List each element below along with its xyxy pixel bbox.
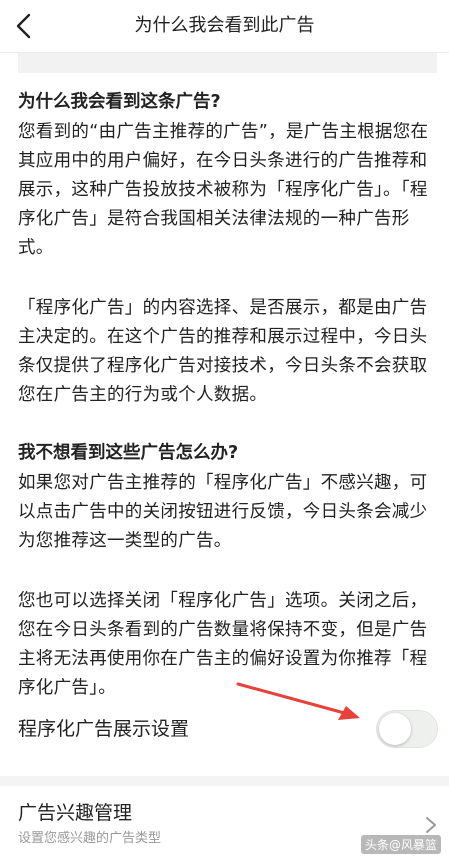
watermark: 头条@风暴篮: [360, 835, 441, 854]
programmatic-ad-setting-label: 程序化广告展示设置: [18, 718, 190, 740]
chevron-right-icon: [426, 817, 436, 833]
toggle-knob: [379, 713, 411, 745]
chevron-left-icon: [16, 13, 31, 39]
paragraph: 如果您对广告主推荐的「程序化广告」不感兴趣，可以点击广告中的关闭按钮进行反馈，今…: [18, 473, 428, 551]
ad-preview-placeholder: [18, 53, 437, 73]
section-heading-why: 为什么我会看到这条广告?: [18, 92, 221, 112]
ad-explanation-page: 为什么我会看到此广告 为什么我会看到这条广告? 您看到的“由广告主推荐的广告”，…: [0, 0, 449, 860]
top-bar: 为什么我会看到此广告: [0, 0, 449, 52]
section-separator: [0, 776, 449, 786]
explanation-content: 为什么我会看到这条广告? 您看到的“由广告主推荐的广告”，是广告主根据您在其应用…: [18, 88, 438, 703]
ad-interest-title: 广告兴趣管理: [18, 802, 133, 824]
paragraph: 您也可以选择关闭「程序化广告」选项。关闭之后，您在今日头条看到的广告数量将保持不…: [18, 591, 428, 698]
paragraph: 您看到的“由广告主推荐的广告”，是广告主根据您在其应用中的用户偏好，在今日头条进…: [18, 122, 429, 258]
back-button[interactable]: [6, 8, 42, 44]
programmatic-ad-setting-row: 程序化广告展示设置: [0, 700, 449, 758]
section-heading-how-to-avoid: 我不想看到这些广告怎么办?: [18, 443, 239, 463]
programmatic-ad-toggle[interactable]: [376, 710, 438, 748]
paragraph: 「程序化广告」的内容选择、是否展示，都是由广告主决定的。在这个广告的推荐和展示过…: [18, 298, 428, 405]
page-title: 为什么我会看到此广告: [134, 15, 315, 36]
ad-interest-subtitle: 设置您感兴趣的广告类型: [18, 831, 162, 846]
